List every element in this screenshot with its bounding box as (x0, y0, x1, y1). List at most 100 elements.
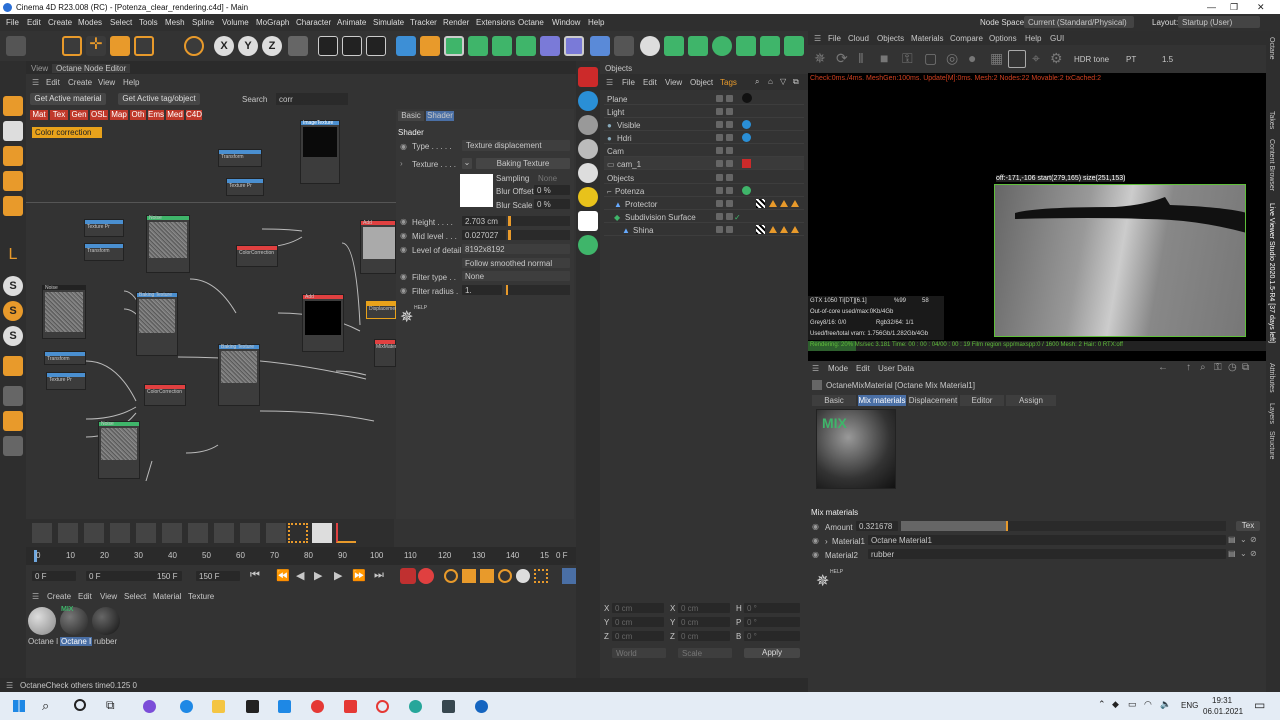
yandex-icon[interactable] (344, 700, 357, 713)
objects-tab[interactable]: Objects (605, 64, 632, 73)
start-icon[interactable] (13, 700, 25, 712)
lock-icon[interactable]: ⚿ (1214, 362, 1222, 373)
octane-camera-tag-icon[interactable] (742, 159, 751, 168)
material-name-3[interactable]: rubber (94, 637, 117, 646)
mid-level-slider[interactable] (508, 230, 570, 240)
material-tag-icon[interactable] (742, 186, 751, 195)
pen-icon[interactable] (420, 36, 440, 56)
axis-mode-icon[interactable]: L (3, 246, 23, 266)
kernel-dropdown[interactable]: PT (1126, 55, 1136, 64)
attr-menu-user-data[interactable]: User Data (878, 364, 914, 373)
file-explorer-icon[interactable] (212, 700, 225, 713)
objects-menu-tags[interactable]: Tags (720, 78, 737, 87)
layer-icon[interactable] (3, 436, 23, 456)
texture-tag-icon[interactable] (756, 225, 765, 234)
x-axis-icon[interactable]: X (214, 36, 234, 56)
position-y-field[interactable]: 0 cm (612, 617, 664, 627)
app-taskbar-icon[interactable] (143, 700, 156, 713)
apply-button[interactable]: Apply (744, 648, 800, 658)
menu-select[interactable]: Select (110, 18, 132, 27)
node-image-texture[interactable]: ImageTexture (300, 120, 340, 184)
position-x-field[interactable]: 0 cm (612, 603, 664, 613)
texture-tag-icon[interactable] (756, 199, 765, 208)
material2-menu-icon[interactable]: ▤ (1228, 549, 1236, 558)
render-view-icon[interactable] (318, 36, 338, 56)
node-mix-material[interactable]: MixMaterial (374, 339, 402, 367)
position-z-field[interactable]: 0 cm (612, 631, 664, 641)
cube-icon[interactable] (396, 36, 416, 56)
node-baking-texture-2[interactable]: Baking Texture (218, 344, 260, 406)
octane-light-icon[interactable] (760, 36, 780, 56)
keyframe-selection-icon[interactable] (444, 569, 458, 583)
rotation-p-field[interactable]: 0 ° (744, 617, 800, 627)
octane-sphere-icon[interactable] (578, 115, 598, 135)
pause-icon[interactable]: ‖ (858, 50, 864, 66)
script-icon[interactable] (312, 523, 332, 543)
menu-character[interactable]: Character (296, 18, 331, 27)
scale-mode-dropdown[interactable]: Scale (678, 648, 732, 658)
minimize-icon[interactable]: — (1207, 2, 1216, 12)
menu-octane[interactable]: Octane (518, 18, 544, 27)
cinema4d-taskbar-icon[interactable] (475, 700, 488, 713)
phong-tag-icon[interactable] (791, 226, 799, 233)
objects-menu-file[interactable]: File (622, 78, 635, 87)
parameter-key-icon[interactable] (516, 569, 530, 583)
tab-view[interactable]: View (31, 64, 48, 73)
filter-radius-slider[interactable] (506, 285, 570, 295)
octane-render-icon[interactable] (578, 67, 598, 87)
pin-icon[interactable]: ⌖ (1032, 50, 1040, 67)
attr-tab-assign[interactable]: Assign (1006, 395, 1056, 406)
lod-dropdown[interactable]: 8192x8192 (462, 244, 570, 254)
channel-icon[interactable]: ▦ (990, 50, 1003, 67)
viewer-menu-help[interactable]: Help (1025, 34, 1041, 43)
coordinate-system-icon[interactable] (288, 36, 308, 56)
menu-modes[interactable]: Modes (78, 18, 102, 27)
material1-link-icon[interactable]: ⊘ (1250, 535, 1257, 544)
tool-icon[interactable] (136, 523, 156, 543)
tab-shader[interactable]: Shader (426, 111, 454, 121)
hdr-tone-dropdown[interactable]: HDR tone (1074, 55, 1109, 64)
point-level-icon[interactable] (534, 569, 548, 583)
store-icon[interactable] (246, 700, 259, 713)
attr-tab-displacement[interactable]: Displacement (908, 395, 958, 406)
menu-edit[interactable]: Edit (27, 18, 41, 27)
planar-icon[interactable] (3, 411, 23, 431)
back-arrow-icon[interactable]: ← (1158, 362, 1168, 373)
radio-icon[interactable]: ◉ (400, 245, 407, 254)
node-color-correction-2[interactable]: ColorCorrection (144, 384, 186, 406)
object-row-protector[interactable]: ▲ Protector (604, 197, 804, 210)
volume-icon[interactable]: 🔈 (1160, 699, 1171, 710)
filter-type-dropdown[interactable]: None (462, 271, 570, 281)
scale-tool-icon[interactable] (110, 36, 130, 56)
material-swatch-rubber[interactable] (92, 607, 120, 635)
attr-tab-editor[interactable]: Editor (960, 395, 1004, 406)
y-axis-icon[interactable]: Y (238, 36, 258, 56)
tool-icon[interactable] (266, 523, 286, 543)
focus-icon[interactable]: ◎ (946, 50, 958, 67)
viewer-menu-gui[interactable]: GUI (1050, 34, 1064, 43)
layout-dropdown[interactable]: Startup (User) (1178, 16, 1260, 28)
position-key-icon[interactable] (462, 569, 476, 583)
attr-tab-basic[interactable]: Basic (812, 395, 856, 406)
side-tab-structure[interactable]: Structure (1268, 431, 1275, 459)
menu-window[interactable]: Window (552, 18, 580, 27)
camera-icon[interactable] (614, 36, 634, 56)
radio-icon[interactable]: ◉ (400, 286, 407, 295)
language-indicator[interactable]: ENG (1181, 701, 1198, 710)
hamburger-icon[interactable]: ☰ (32, 78, 39, 87)
viewer-menu-compare[interactable]: Compare (950, 34, 983, 43)
object-row-light[interactable]: Light (604, 105, 804, 118)
material2-link[interactable]: rubber (868, 549, 1226, 559)
object-row-visible[interactable]: ● Visible (604, 118, 804, 131)
node-add-1[interactable]: Add (360, 220, 396, 274)
menu-animate[interactable]: Animate (337, 18, 366, 27)
photos-icon[interactable] (442, 700, 455, 713)
material-swatch-octane-1[interactable] (28, 607, 56, 635)
menu-spline[interactable]: Spline (192, 18, 214, 27)
octane-camera-icon[interactable] (784, 36, 804, 56)
octane-daylight-icon[interactable] (578, 91, 598, 111)
phong-tag-icon[interactable] (769, 226, 777, 233)
node-baking-texture-1[interactable]: Baking Texture (136, 292, 178, 356)
generator-icon[interactable] (468, 36, 488, 56)
edge-icon[interactable] (180, 700, 193, 713)
